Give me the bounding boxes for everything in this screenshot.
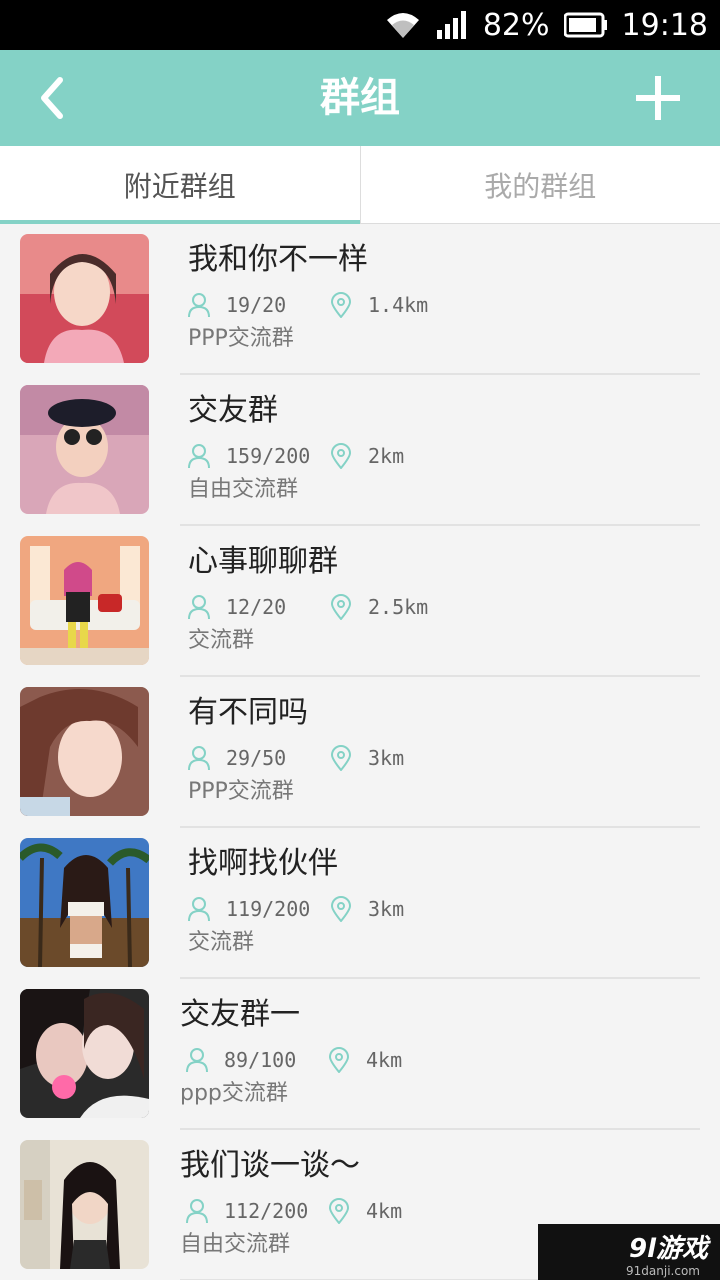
group-description: 交流群 xyxy=(188,628,255,653)
person-icon xyxy=(188,293,210,318)
location-pin-icon xyxy=(330,745,352,771)
member-count: 112/200 xyxy=(224,1199,309,1223)
location-pin-icon xyxy=(330,896,352,922)
member-count: 159/200 xyxy=(226,444,311,468)
list-item[interactable]: 有不同吗 29/50 3km PPP交流群 xyxy=(0,677,720,828)
member-count: 119/200 xyxy=(226,897,311,921)
person-icon xyxy=(186,1048,208,1073)
person-icon xyxy=(188,897,210,922)
group-name: 交友群一 xyxy=(180,997,300,1032)
member-count: 12/20 xyxy=(226,595,287,619)
group-name: 找啊找伙伴 xyxy=(188,846,338,881)
group-avatar xyxy=(20,838,149,967)
distance: 1.4km xyxy=(368,293,429,317)
person-icon xyxy=(188,746,210,771)
group-name: 我和你不一样 xyxy=(188,242,368,277)
group-list: 我和你不一样 19/20 1.4km PPP交流群 交友群 159/200 2k… xyxy=(0,224,720,1280)
group-name: 心事聊聊群 xyxy=(188,544,338,579)
app-bar: 群组 xyxy=(0,50,720,146)
watermark-site: 91danji.com xyxy=(626,1264,700,1278)
distance: 3km xyxy=(368,746,405,770)
tab-my-groups[interactable]: 我的群组 xyxy=(359,146,720,223)
list-item[interactable]: 交友群 159/200 2km 自由交流群 xyxy=(0,375,720,526)
group-avatar xyxy=(20,385,149,514)
tab-label: 附近群组 xyxy=(123,169,236,203)
wifi-icon xyxy=(383,10,423,40)
battery-icon xyxy=(563,12,608,38)
distance: 2.5km xyxy=(368,595,429,619)
group-description: 自由交流群 xyxy=(188,477,299,502)
add-group-button[interactable] xyxy=(636,76,680,120)
page-title: 群组 xyxy=(320,75,400,121)
group-avatar xyxy=(20,687,149,816)
location-pin-icon xyxy=(330,594,352,620)
list-item[interactable]: 交友群一 89/100 4km ppp交流群 xyxy=(0,979,720,1130)
location-pin-icon xyxy=(330,443,352,469)
group-name: 有不同吗 xyxy=(188,695,308,730)
distance: 3km xyxy=(368,897,405,921)
group-name: 交友群 xyxy=(188,393,278,428)
list-item[interactable]: 我和你不一样 19/20 1.4km PPP交流群 xyxy=(0,224,720,375)
location-pin-icon xyxy=(328,1047,350,1073)
group-description: PPP交流群 xyxy=(188,326,294,351)
watermark-brand: 9l游戏 xyxy=(628,1234,708,1264)
person-icon xyxy=(186,1199,208,1224)
status-bar: 82% 19:18 xyxy=(0,0,720,50)
distance: 4km xyxy=(366,1199,403,1223)
distance: 2km xyxy=(368,444,405,468)
tab-label: 我的群组 xyxy=(484,169,597,203)
signal-icon xyxy=(436,10,469,40)
watermark-logo: 9l游戏 91danji.com xyxy=(538,1224,720,1280)
list-item[interactable]: 找啊找伙伴 119/200 3km 交流群 xyxy=(0,828,720,979)
group-description: 交流群 xyxy=(188,930,255,955)
group-avatar xyxy=(20,1140,149,1269)
person-icon xyxy=(188,444,210,469)
group-description: PPP交流群 xyxy=(188,779,294,804)
battery-percent: 82% xyxy=(482,7,550,43)
member-count: 89/100 xyxy=(224,1048,297,1072)
list-item[interactable]: 心事聊聊群 12/20 2.5km 交流群 xyxy=(0,526,720,677)
location-pin-icon xyxy=(328,1198,350,1224)
location-pin-icon xyxy=(330,292,352,318)
clock: 19:18 xyxy=(621,7,708,43)
member-count: 19/20 xyxy=(226,293,287,317)
distance: 4km xyxy=(366,1048,403,1072)
group-description: ppp交流群 xyxy=(180,1081,288,1106)
tab-bar: 附近群组 我的群组 xyxy=(0,146,720,224)
group-name: 我们谈一谈～ xyxy=(180,1148,360,1183)
group-avatar xyxy=(20,536,149,665)
member-count: 29/50 xyxy=(226,746,287,770)
group-avatar xyxy=(20,234,149,363)
tab-nearby-groups[interactable]: 附近群组 xyxy=(0,146,360,224)
group-avatar xyxy=(20,989,149,1118)
plus-icon xyxy=(636,76,680,120)
person-icon xyxy=(188,595,210,620)
